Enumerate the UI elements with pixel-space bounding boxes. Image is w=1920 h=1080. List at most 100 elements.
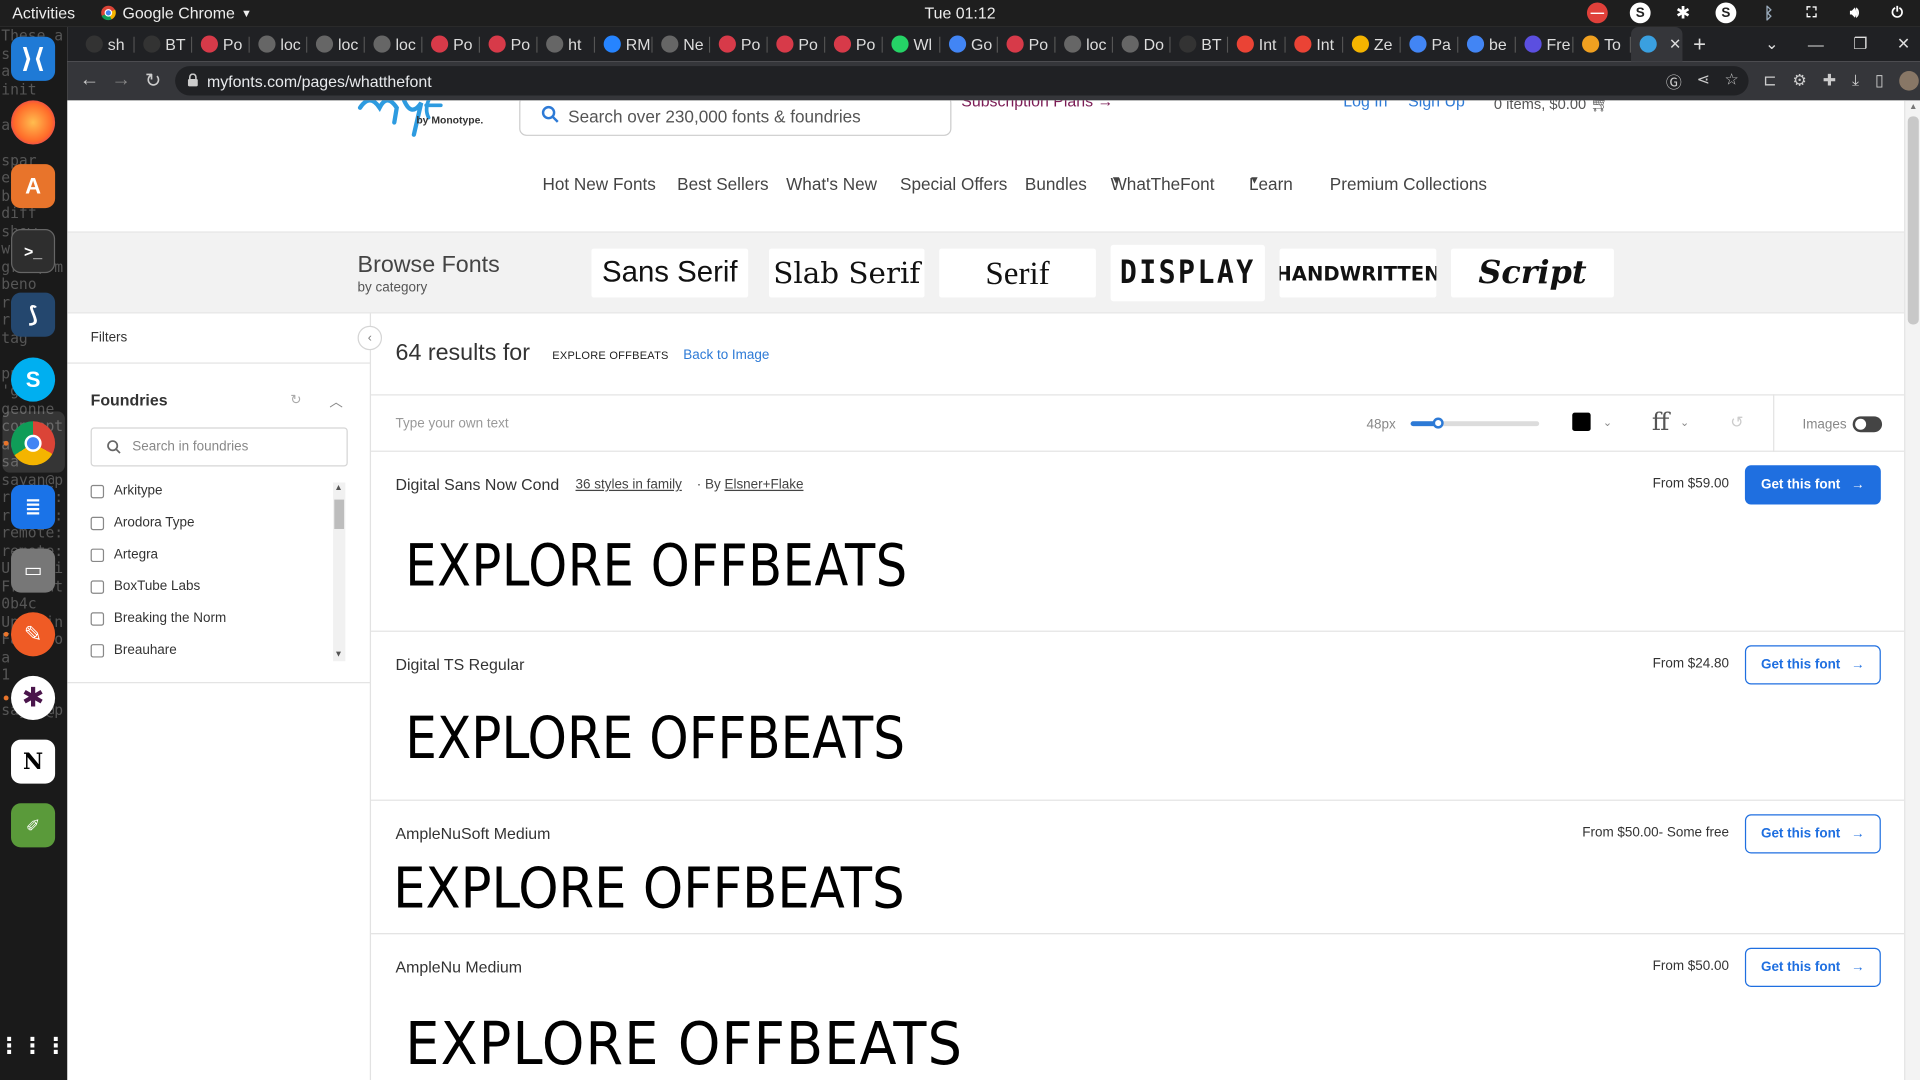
- tab-search-icon[interactable]: ⌄: [1765, 34, 1778, 54]
- bookmark-star-icon[interactable]: ☆: [1725, 70, 1739, 93]
- browser-tab[interactable]: Po: [998, 27, 1056, 61]
- category-handwritten[interactable]: HANDWRITTEN: [1279, 248, 1437, 298]
- font-size-slider[interactable]: [1410, 417, 1540, 429]
- foundry-link[interactable]: Elsner+Flake: [724, 478, 803, 493]
- terminal-icon[interactable]: >_: [11, 228, 56, 274]
- foundry-option-arkitype[interactable]: Arkitype: [90, 481, 163, 501]
- browser-tab[interactable]: sh: [77, 27, 135, 61]
- browser-tab[interactable]: be: [1458, 27, 1516, 61]
- browser-tab[interactable]: ✕: [1631, 26, 1683, 62]
- maximize-icon[interactable]: ❐: [1853, 34, 1867, 54]
- share-icon[interactable]: ⋖: [1696, 70, 1709, 93]
- checkbox[interactable]: [90, 484, 105, 498]
- category-display[interactable]: DISPLAY: [1110, 244, 1265, 302]
- volume-icon[interactable]: 🔊︎: [1844, 2, 1865, 23]
- browser-tab[interactable]: Pa: [1401, 27, 1459, 61]
- browser-tab[interactable]: RM: [595, 27, 653, 61]
- cart[interactable]: 0 items, $0.00 🛒︎: [1494, 100, 1611, 113]
- profile-avatar[interactable]: [1899, 71, 1920, 91]
- get-this-font-button[interactable]: Get this font →: [1744, 465, 1881, 505]
- browser-tab[interactable]: To: [1573, 27, 1632, 61]
- browser-tab[interactable]: Ze: [1343, 27, 1401, 61]
- close-tab-icon[interactable]: ✕: [1669, 36, 1681, 53]
- browser-tab[interactable]: Po: [480, 27, 538, 61]
- get-this-font-button[interactable]: Get this font →: [1744, 814, 1881, 854]
- extension-icon-2[interactable]: ⚙: [1793, 71, 1807, 91]
- postman-icon[interactable]: ✎: [11, 612, 56, 657]
- browser-tab[interactable]: loc: [365, 27, 423, 61]
- nav-premium-collections[interactable]: Premium Collections: [1330, 174, 1487, 194]
- text-color-swatch[interactable]: [1572, 412, 1591, 432]
- browser-tab[interactable]: BT: [1171, 27, 1229, 61]
- foundry-option-boxtube[interactable]: BoxTube Labs: [90, 577, 200, 597]
- sidepanel-icon[interactable]: ▯: [1875, 71, 1884, 91]
- styles-in-family-link[interactable]: 36 styles in family: [576, 478, 682, 493]
- software-center-icon[interactable]: A: [11, 164, 56, 209]
- notion-icon[interactable]: N: [11, 739, 56, 784]
- browser-tab[interactable]: Int: [1286, 27, 1344, 61]
- category-script[interactable]: Script: [1451, 248, 1614, 298]
- close-window-icon[interactable]: ✕: [1897, 34, 1910, 54]
- checkbox[interactable]: [90, 643, 105, 657]
- chevron-down-icon-2[interactable]: ⌄: [1680, 416, 1689, 429]
- no-entry-icon[interactable]: —: [1586, 2, 1608, 24]
- signup-link[interactable]: Sign Up: [1408, 100, 1465, 110]
- foundry-search-input[interactable]: Search in foundries: [90, 427, 348, 467]
- browser-tab[interactable]: Ne: [653, 27, 711, 61]
- browser-tab[interactable]: ht: [538, 27, 596, 61]
- site-search-input[interactable]: Search over 230,000 fonts & foundries: [519, 100, 952, 136]
- font-preview-sample[interactable]: EXPLORE OFFBEATS: [405, 533, 907, 600]
- browser-tab[interactable]: Po: [192, 27, 250, 61]
- category-serif[interactable]: Serif: [939, 248, 1096, 298]
- files-icon[interactable]: ▭: [11, 548, 56, 593]
- chrome-dock-icon[interactable]: [11, 421, 56, 466]
- clock[interactable]: Tue 01:12: [924, 4, 995, 22]
- page-scrollbar[interactable]: ▲: [1904, 100, 1920, 1080]
- skype-icon[interactable]: S: [11, 357, 56, 402]
- nav-bundles[interactable]: Bundles: [1025, 174, 1087, 194]
- scroll-down-icon[interactable]: ▼: [334, 650, 342, 659]
- checkbox[interactable]: [90, 547, 105, 562]
- checkbox[interactable]: [90, 579, 105, 594]
- forward-icon[interactable]: →: [105, 70, 137, 92]
- browser-tab[interactable]: loc: [307, 27, 365, 61]
- browser-tab[interactable]: Wl: [883, 27, 941, 61]
- reset-icon[interactable]: ↺: [1730, 413, 1743, 433]
- downloads-icon[interactable]: ⤓: [1852, 71, 1859, 91]
- page-scroll-thumb[interactable]: [1907, 116, 1919, 325]
- browser-tab[interactable]: BT: [135, 27, 193, 61]
- category-slab-serif[interactable]: Slab Serif: [768, 248, 925, 298]
- browser-tab[interactable]: Po: [422, 27, 481, 61]
- font-name[interactable]: AmpleNuSoft Medium: [396, 824, 551, 842]
- skype-tray-icon-2[interactable]: S: [1715, 2, 1737, 24]
- app-menu[interactable]: Google Chrome ▼: [100, 4, 252, 22]
- browser-tab[interactable]: loc: [250, 27, 308, 61]
- nav-hot-new-fonts[interactable]: Hot New Fonts: [542, 174, 655, 194]
- reset-filter-icon[interactable]: ↻: [290, 392, 301, 408]
- ligature-icon[interactable]: ﬀ: [1652, 407, 1669, 436]
- category-sans-serif[interactable]: Sans Serif: [591, 248, 749, 298]
- back-to-image-link[interactable]: Back to Image: [683, 348, 769, 363]
- login-link[interactable]: Log In: [1343, 100, 1387, 110]
- network-icon[interactable]: ⛶: [1801, 2, 1822, 23]
- mysql-workbench-icon[interactable]: ⟆: [11, 292, 56, 337]
- writer-icon[interactable]: ≣: [11, 484, 56, 529]
- font-name[interactable]: Digital Sans Now Cond: [396, 475, 560, 493]
- font-preview-sample[interactable]: EXPLORE OFFBEATS: [405, 1010, 963, 1079]
- myfonts-logo[interactable]: by Monotype.: [357, 100, 493, 142]
- font-preview-sample[interactable]: EXPLORE OFFBEATS: [393, 855, 905, 921]
- font-name[interactable]: Digital TS Regular: [396, 655, 525, 673]
- chevron-up-icon[interactable]: ︿: [329, 392, 342, 412]
- reload-icon[interactable]: ↻: [137, 69, 169, 93]
- puzzle-icon[interactable]: ✚: [1823, 71, 1836, 91]
- vscode-icon[interactable]: ⟩⟨: [11, 36, 56, 81]
- skype-tray-icon[interactable]: S: [1629, 2, 1651, 24]
- foundry-option-arodora[interactable]: Arodora Type: [90, 513, 195, 533]
- minimize-icon[interactable]: —: [1808, 35, 1824, 53]
- scroll-up-icon[interactable]: ▲: [334, 484, 342, 493]
- checkbox[interactable]: [90, 611, 105, 626]
- foundry-option-breauhare[interactable]: Breauhare: [90, 640, 177, 660]
- scroll-up-icon[interactable]: ▲: [1909, 103, 1917, 112]
- images-toggle[interactable]: [1852, 416, 1883, 433]
- back-icon[interactable]: ←: [73, 70, 105, 92]
